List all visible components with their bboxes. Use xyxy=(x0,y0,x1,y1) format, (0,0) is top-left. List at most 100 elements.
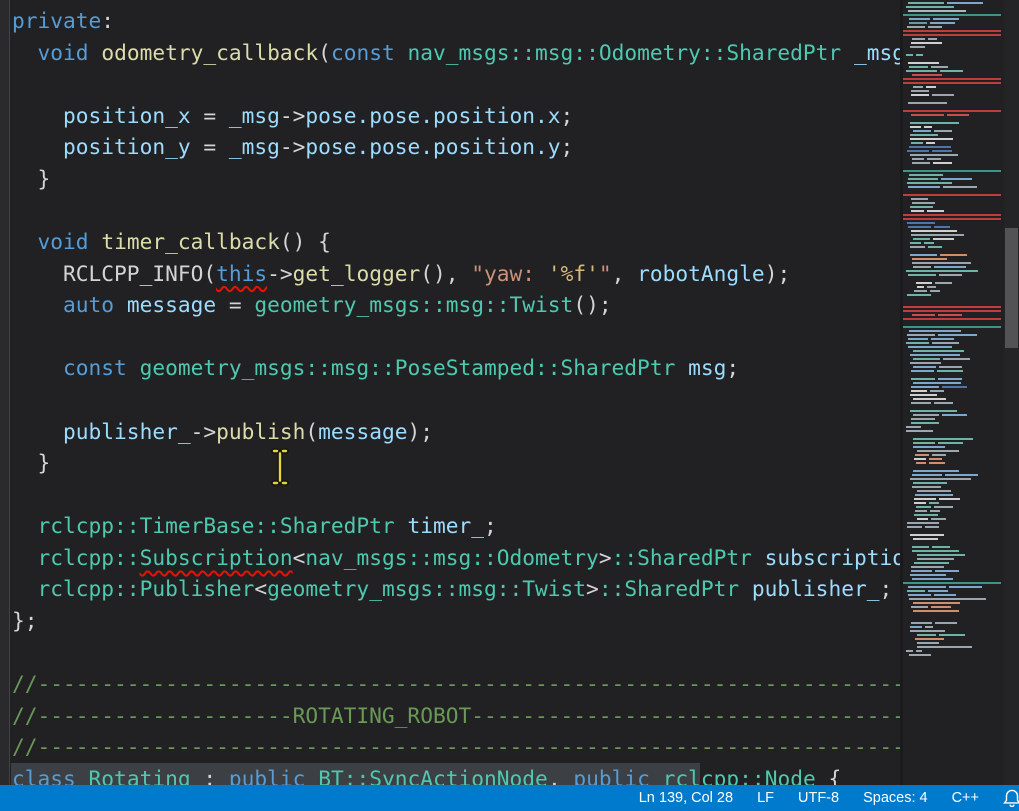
code-token: rclcpp:: xyxy=(38,545,140,570)
code-token: -> xyxy=(280,134,306,159)
minimap-line xyxy=(903,50,1004,52)
minimap-line xyxy=(903,186,1004,188)
code-line[interactable] xyxy=(12,384,900,416)
code-line[interactable]: } xyxy=(12,447,900,479)
code-area[interactable]: private: void odometry_callback(const na… xyxy=(0,0,900,785)
minimap-line xyxy=(903,130,1004,132)
encoding-indicator[interactable]: UTF-8 xyxy=(798,790,839,806)
code-token: { xyxy=(816,766,842,785)
minimap-line xyxy=(903,550,1004,552)
code-line[interactable]: rclcpp::Subscription<nav_msgs::msg::Odom… xyxy=(12,542,900,574)
minimap-line xyxy=(903,254,1004,256)
minimap[interactable] xyxy=(900,0,1004,785)
minimap-line xyxy=(903,246,1004,248)
minimap-line xyxy=(903,342,1004,344)
minimap-line xyxy=(903,262,1004,264)
minimap-line xyxy=(903,422,1004,424)
minimap-line xyxy=(903,434,1004,436)
minimap-content xyxy=(903,0,1004,656)
code-line[interactable]: void timer_callback() { xyxy=(12,226,900,258)
minimap-line xyxy=(903,310,1004,312)
line-col-indicator[interactable]: Ln 139, Col 28 xyxy=(639,790,733,806)
code-line[interactable]: RCLCPP_INFO(this->get_logger(), "yaw: '%… xyxy=(12,258,900,290)
minimap-line xyxy=(903,506,1004,508)
eol-indicator[interactable]: LF xyxy=(757,790,774,806)
minimap-line xyxy=(903,442,1004,444)
minimap-line xyxy=(903,86,1004,88)
minimap-line xyxy=(903,26,1004,28)
code-line[interactable]: void odometry_callback(const nav_msgs::m… xyxy=(12,37,900,69)
code-token xyxy=(12,40,38,65)
code-line[interactable]: } xyxy=(12,163,900,195)
minimap-line xyxy=(903,74,1004,76)
code-line[interactable]: position_x = _msg->pose.pose.position.x; xyxy=(12,100,900,132)
code-line[interactable]: }; xyxy=(12,605,900,637)
code-token xyxy=(395,513,408,538)
code-token: ::SharedPtr xyxy=(612,545,752,570)
minimap-line xyxy=(903,162,1004,164)
code-token xyxy=(89,40,102,65)
code-line[interactable] xyxy=(12,321,900,353)
minimap-line xyxy=(903,638,1004,640)
code-token: get_logger xyxy=(293,261,421,286)
code-token: ( xyxy=(318,40,331,65)
code-line[interactable]: rclcpp::TimerBase::SharedPtr timer_; xyxy=(12,510,900,542)
minimap-line xyxy=(903,382,1004,384)
code-line[interactable]: //--------------------ROTATING_ROBOT----… xyxy=(12,700,900,732)
minimap-line xyxy=(903,446,1004,448)
minimap-line xyxy=(903,470,1004,472)
minimap-line xyxy=(903,138,1004,140)
minimap-line xyxy=(903,142,1004,144)
code-line[interactable]: class Rotating : public BT::SyncActionNo… xyxy=(12,763,900,785)
code-token: ; xyxy=(561,103,574,128)
minimap-line xyxy=(903,158,1004,160)
code-line[interactable] xyxy=(12,68,900,100)
minimap-line xyxy=(903,214,1004,216)
minimap-line xyxy=(903,190,1004,192)
code-line[interactable]: const geometry_msgs::msg::PoseStamped::S… xyxy=(12,352,900,384)
vertical-scrollbar[interactable] xyxy=(1004,0,1019,785)
indentation-indicator[interactable]: Spaces: 4 xyxy=(863,790,928,806)
minimap-line xyxy=(903,150,1004,152)
code-line[interactable]: //--------------------------------------… xyxy=(12,731,900,763)
code-line[interactable]: //--------------------------------------… xyxy=(12,668,900,700)
code-line[interactable]: publisher_->publish(message); xyxy=(12,416,900,448)
minimap-line xyxy=(903,166,1004,168)
minimap-line xyxy=(903,314,1004,316)
code-token: void xyxy=(38,40,89,65)
code-line[interactable]: position_y = _msg->pose.pose.position.y; xyxy=(12,131,900,163)
minimap-line xyxy=(903,238,1004,240)
minimap-line xyxy=(903,350,1004,352)
minimap-line xyxy=(903,286,1004,288)
code-line[interactable] xyxy=(12,479,900,511)
code-token: this xyxy=(216,261,267,286)
code-line[interactable] xyxy=(12,637,900,669)
code-token: BT::SyncActionNode xyxy=(318,766,548,785)
code-token xyxy=(12,229,38,254)
minimap-line xyxy=(903,650,1004,652)
code-line[interactable] xyxy=(12,194,900,226)
code-token: message xyxy=(127,292,216,317)
minimap-line xyxy=(903,326,1004,328)
code-line[interactable]: private: xyxy=(12,5,900,37)
minimap-line xyxy=(903,62,1004,64)
language-indicator[interactable]: C++ xyxy=(952,790,979,806)
minimap-line xyxy=(903,574,1004,576)
code-token xyxy=(650,766,663,785)
code-editor[interactable]: private: void odometry_callback(const na… xyxy=(0,0,900,785)
code-token: geometry_msgs::msg::Twist xyxy=(267,576,586,601)
minimap-line xyxy=(903,378,1004,380)
vertical-scrollbar-thumb[interactable] xyxy=(1005,228,1018,348)
minimap-line xyxy=(903,182,1004,184)
code-line[interactable]: auto message = geometry_msgs::msg::Twist… xyxy=(12,289,900,321)
code-token xyxy=(127,355,140,380)
minimap-line xyxy=(903,154,1004,156)
minimap-line xyxy=(903,514,1004,516)
code-line[interactable]: rclcpp::Publisher<geometry_msgs::msg::Tw… xyxy=(12,573,900,605)
minimap-line xyxy=(903,302,1004,304)
minimap-line xyxy=(903,178,1004,180)
code-token: } xyxy=(12,166,50,191)
minimap-line xyxy=(903,622,1004,624)
notifications-bell-icon[interactable] xyxy=(1001,789,1019,807)
minimap-line xyxy=(903,554,1004,556)
